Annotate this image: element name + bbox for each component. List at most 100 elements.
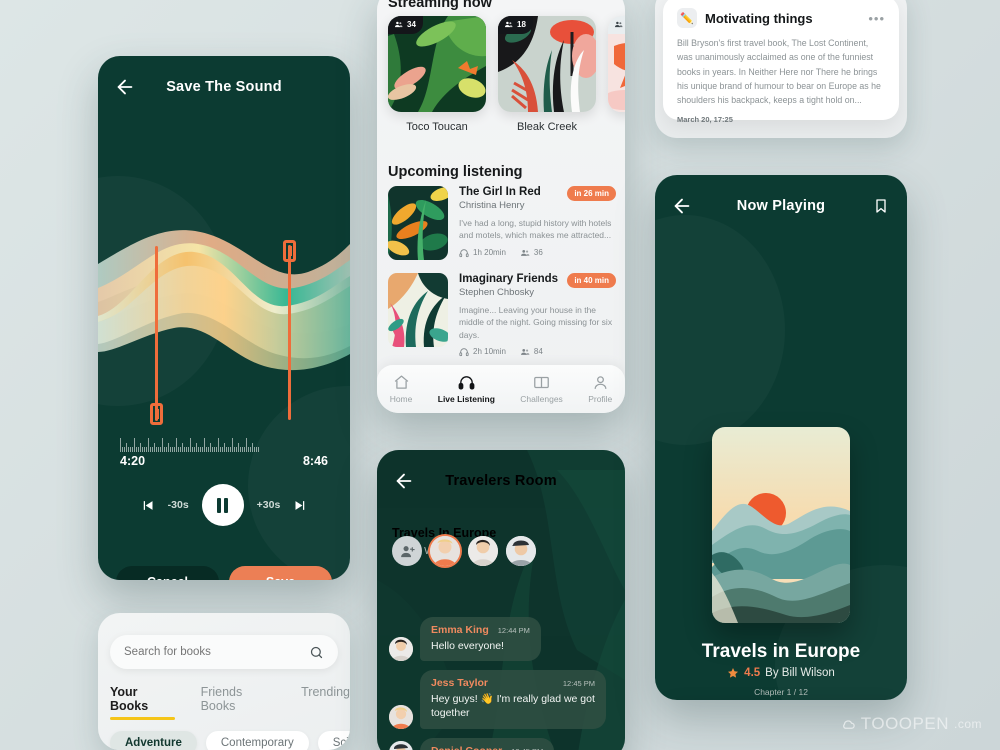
ruler-tick <box>234 447 235 452</box>
watermark-suffix: .com <box>953 717 982 731</box>
listener-count-badge: 34 <box>388 16 423 34</box>
tab-trending[interactable]: Trending <box>301 685 350 720</box>
ruler-tick <box>176 438 177 452</box>
save-button[interactable]: Save <box>229 566 332 580</box>
arrow-left-icon[interactable] <box>393 470 415 492</box>
upcoming-book-row[interactable]: Imaginary Friends in 40 min Stephen Chbo… <box>388 273 616 356</box>
add-participant-button[interactable] <box>392 536 422 566</box>
ruler-tick <box>164 447 165 452</box>
chip-adventure[interactable]: Adventure <box>110 731 197 750</box>
transport-controls: -30s +30s <box>98 484 350 526</box>
bottom-navigation: Home Live Listening Challenges Profile <box>377 365 625 413</box>
nav-challenges[interactable]: Challenges <box>520 374 563 404</box>
more-horizontal-icon[interactable]: ••• <box>868 11 885 26</box>
streaming-section-title: Streaming now <box>388 0 492 11</box>
avatar-image <box>389 637 413 662</box>
stream-title: Toco Toucan <box>406 121 468 133</box>
people-icon <box>504 21 513 28</box>
message-time: 12:44 PM <box>497 626 530 635</box>
message-bubble: Emma King 12:44 PM Hello everyone! <box>420 617 541 662</box>
stream-item[interactable]: 18 Bleak Creek <box>498 16 596 133</box>
book-time-badge: in 40 min <box>567 273 616 288</box>
ruler-tick <box>222 447 223 452</box>
trim-end-line[interactable] <box>288 245 291 420</box>
duration-value: 1h 20min <box>473 248 506 258</box>
ruler-tick <box>150 447 151 452</box>
book-author: Stephen Chbosky <box>459 287 534 298</box>
nav-home[interactable]: Home <box>390 374 412 404</box>
ruler-tick <box>214 447 215 452</box>
search-input[interactable] <box>124 646 309 658</box>
skip-previous-icon[interactable] <box>140 498 155 513</box>
timeline-ruler[interactable] <box>120 434 328 452</box>
nav-profile[interactable]: Profile <box>588 374 612 404</box>
note-body-card: ✏️ Motivating things ••• Bill Bryson's f… <box>663 0 899 124</box>
ruler-tick <box>248 447 249 452</box>
waveform-visualization[interactable] <box>98 176 350 426</box>
ruler-tick <box>146 447 147 452</box>
people-icon <box>614 21 623 28</box>
message-header: Daniel Cooper 12:45 PM <box>431 745 543 750</box>
ruler-tick <box>182 443 183 452</box>
nav-live-listening[interactable]: Live Listening <box>438 374 495 404</box>
book-author: Christina Henry <box>459 200 525 211</box>
trim-end-handle[interactable] <box>283 240 296 262</box>
headphones-icon <box>458 376 475 390</box>
listeners-stat: 36 <box>520 248 543 258</box>
chapter-indicator: Chapter 1 / 12 <box>754 687 808 697</box>
search-bar[interactable] <box>110 635 338 669</box>
nav-challenges-label: Challenges <box>520 394 563 404</box>
message-bubble: Jess Taylor 12:45 PM Hey guys! 👋 I'm rea… <box>420 670 606 729</box>
chip-contemporary[interactable]: Contemporary <box>205 731 309 750</box>
stream-thumbnail[interactable]: 18 <box>498 16 596 112</box>
start-time: 4:20 <box>120 454 146 468</box>
home-icon <box>394 375 408 389</box>
chip-science-fiction[interactable]: Science Fiction <box>317 731 350 750</box>
book-cover-art[interactable] <box>712 427 850 623</box>
ruler-tick <box>202 447 203 452</box>
stream-thumbnail[interactable]: 12 <box>608 16 625 112</box>
participant-avatar[interactable] <box>430 536 460 566</box>
arrow-left-icon[interactable] <box>114 76 136 98</box>
ruler-tick <box>192 447 193 452</box>
pause-button[interactable] <box>201 484 244 526</box>
book-description: Imagine... Leaving your house in the mid… <box>459 305 613 340</box>
ruler-tick <box>252 443 253 452</box>
message-header: Jess Taylor 12:45 PM <box>431 677 595 689</box>
bookmark-icon[interactable] <box>873 197 889 215</box>
ruler-tick <box>152 447 153 452</box>
book-stats: 1h 20min 36 <box>459 248 616 258</box>
stream-item[interactable]: 12 The L <box>608 16 625 133</box>
ruler-tick <box>216 447 217 452</box>
avatar-image <box>468 536 498 566</box>
headphones-icon <box>459 348 469 357</box>
participant-avatar[interactable] <box>468 536 498 566</box>
ruler-tick <box>180 447 181 452</box>
search-icon[interactable] <box>309 645 324 660</box>
book-time-badge: in 26 min <box>567 186 616 201</box>
tab-friends-books[interactable]: Friends Books <box>201 685 276 720</box>
ruler-tick <box>170 447 171 452</box>
ruler-tick <box>228 447 229 452</box>
decor-blob <box>655 215 785 445</box>
skip-next-icon[interactable] <box>293 498 308 513</box>
upcoming-section-title: Upcoming listening <box>388 164 523 180</box>
forward-label[interactable]: +30s <box>257 499 281 511</box>
avatar-image <box>389 704 413 729</box>
now-playing-title: Now Playing <box>736 198 826 214</box>
pause-icon <box>216 497 229 513</box>
participant-avatar[interactable] <box>506 536 536 566</box>
add-person-icon <box>400 545 415 557</box>
message-sender: Daniel Cooper <box>431 745 502 750</box>
arrow-left-icon[interactable] <box>671 195 693 217</box>
rewind-label[interactable]: -30s <box>168 499 189 511</box>
chat-title: Travelers Room <box>445 473 557 489</box>
trim-start-line[interactable] <box>155 246 158 421</box>
stream-item[interactable]: 34 Toco Toucan <box>388 16 486 133</box>
message-bubble: Daniel Cooper 12:45 PM <box>420 737 555 750</box>
trim-start-handle[interactable] <box>150 403 163 425</box>
stream-thumbnail[interactable]: 34 <box>388 16 486 112</box>
cancel-button[interactable]: Cancel <box>116 566 219 580</box>
upcoming-book-row[interactable]: The Girl In Red in 26 min Christina Henr… <box>388 186 616 260</box>
tab-your-books[interactable]: Your Books <box>110 685 175 720</box>
